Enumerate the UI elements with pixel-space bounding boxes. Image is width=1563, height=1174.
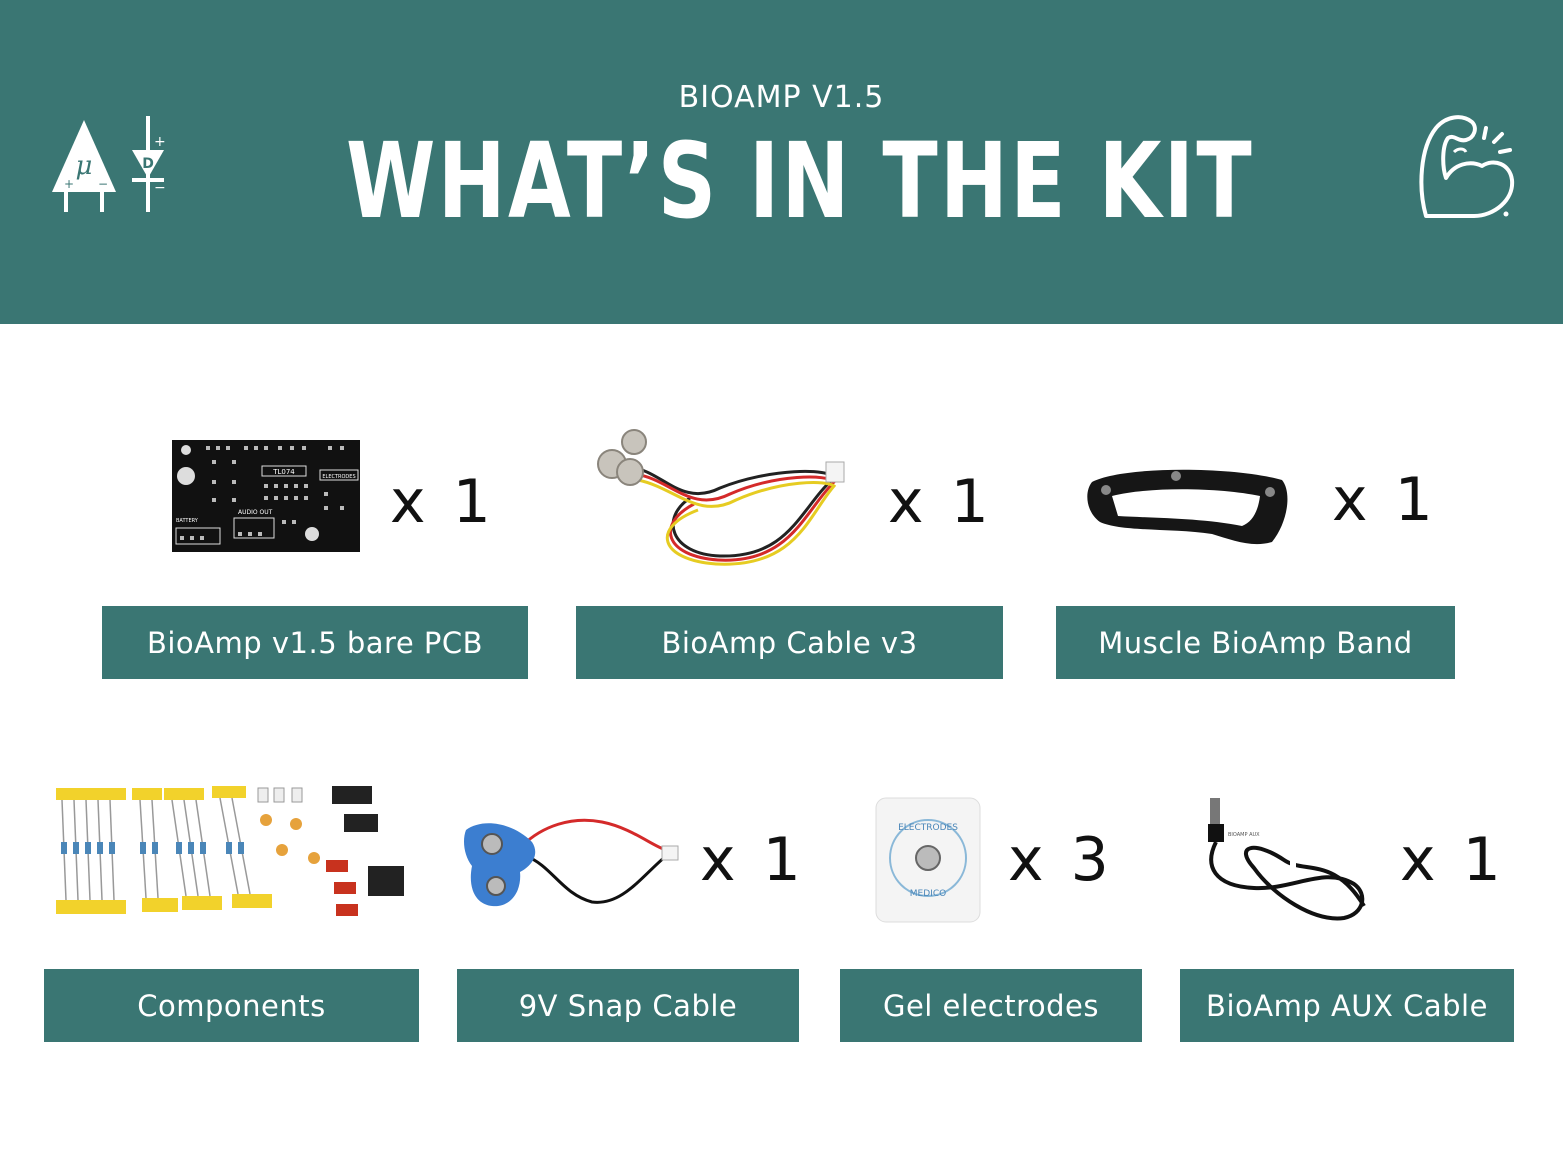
svg-text:BIOAMP AUX: BIOAMP AUX [1228, 832, 1260, 838]
item-label-snap-cable: 9V Snap Cable [457, 969, 799, 1042]
quantity-label: x 1 [700, 825, 805, 895]
svg-text:−: − [98, 177, 108, 191]
item-label-cable-v3: BioAmp Cable v3 [576, 606, 1003, 679]
item-label-bare-pcb: BioAmp v1.5 bare PCB [102, 606, 528, 679]
pcb-icon: TL074 ELECTRODES BATTERY AUDIO OUT [172, 440, 360, 552]
quantity-label: x 1 [390, 467, 495, 537]
svg-text:BATTERY: BATTERY [176, 518, 199, 524]
quantity-label: x 3 [1008, 825, 1113, 895]
svg-text:TL074: TL074 [272, 468, 295, 476]
kit-version-subtitle: BIOAMP V1.5 [678, 80, 885, 115]
svg-text:MEDICO: MEDICO [910, 889, 946, 899]
item-label-aux-cable: BioAmp AUX Cable [1180, 969, 1514, 1042]
svg-text:+: + [154, 134, 166, 150]
battery-snap-icon [464, 818, 679, 907]
band-icon [1087, 469, 1288, 545]
svg-text:D: D [142, 156, 154, 172]
item-label-band: Muscle BioAmp Band [1056, 606, 1455, 679]
quantity-label: x 1 [1400, 825, 1505, 895]
svg-text:ELECTRODES: ELECTRODES [898, 823, 958, 833]
components-icon [56, 786, 404, 916]
page-title: WHAT’S IN THE KIT [345, 120, 1255, 242]
flexed-arm-icon [1419, 115, 1515, 218]
svg-text:μ: μ [76, 151, 93, 181]
quantity-label: x 1 [888, 467, 993, 537]
svg-text:ELECTRODES: ELECTRODES [322, 474, 355, 480]
gel-electrode-icon: ELECTRODES MEDICO [875, 797, 981, 923]
item-label-gel-electrodes: Gel electrodes [840, 969, 1142, 1042]
svg-text:AUDIO OUT: AUDIO OUT [238, 509, 273, 516]
item-label-components: Components [44, 969, 419, 1042]
aux-cable-icon: BIOAMP AUX [1208, 798, 1366, 921]
quantity-label: x 1 [1332, 465, 1437, 535]
header-banner: μ + − D + − BIOAMP V1.5 WHAT’S IN THE KI… [0, 0, 1563, 324]
amplifier-diode-logo-icon: μ + − D + − [52, 116, 166, 212]
svg-text:−: − [154, 180, 166, 196]
snap-cable-icon [597, 429, 845, 566]
svg-text:+: + [64, 177, 74, 191]
